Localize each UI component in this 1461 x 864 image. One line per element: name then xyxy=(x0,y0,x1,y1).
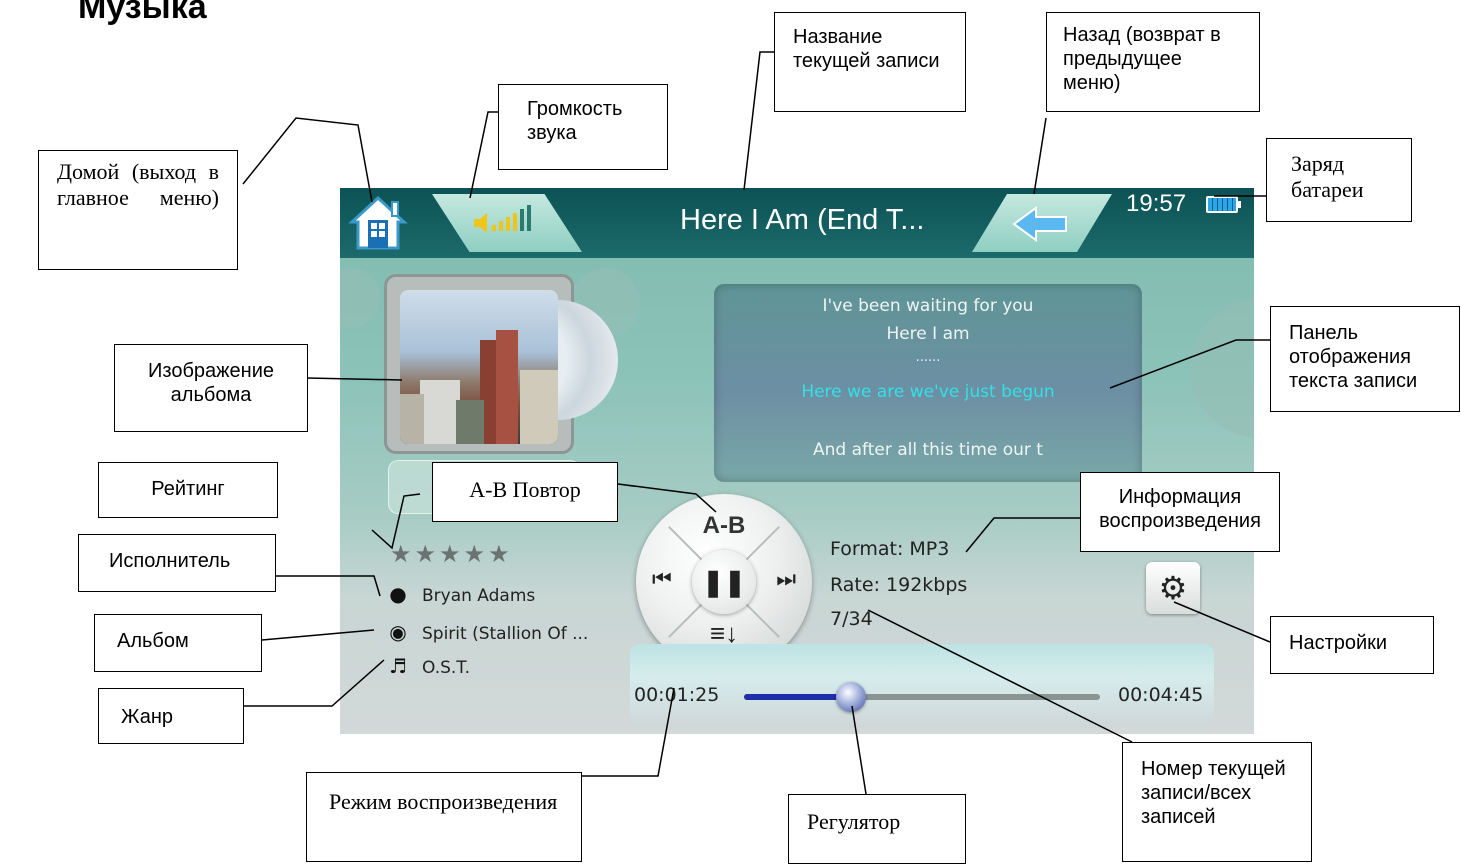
callout-slider: Регулятор xyxy=(788,794,966,864)
callout-play-mode: Режим воспроизведения xyxy=(306,772,582,862)
callout-track-number: Номер текущей записи/всех записей xyxy=(1122,742,1312,862)
callout-playback-info: Информация воспроизведения xyxy=(1080,472,1280,552)
callout-lyrics-panel: Панель отображения текста записи xyxy=(1270,306,1460,412)
callout-battery: Заряд батареи xyxy=(1266,138,1412,222)
callout-title: Название текущей записи xyxy=(774,12,966,112)
callout-album-image: Изображение альбома xyxy=(114,344,308,432)
callout-settings: Настройки xyxy=(1270,616,1434,674)
callout-genre: Жанр xyxy=(98,688,244,744)
callout-rating: Рейтинг xyxy=(98,462,278,518)
callout-home: Домой (выход в главное меню) xyxy=(38,150,238,270)
callout-ab-repeat: A-B Повтор xyxy=(432,462,618,522)
callout-album: Альбом xyxy=(94,614,262,672)
callout-artist: Исполнитель xyxy=(78,534,276,592)
callout-volume: Громкость звука xyxy=(498,84,668,170)
callout-back: Назад (возврат в предыдущее меню) xyxy=(1046,12,1260,112)
